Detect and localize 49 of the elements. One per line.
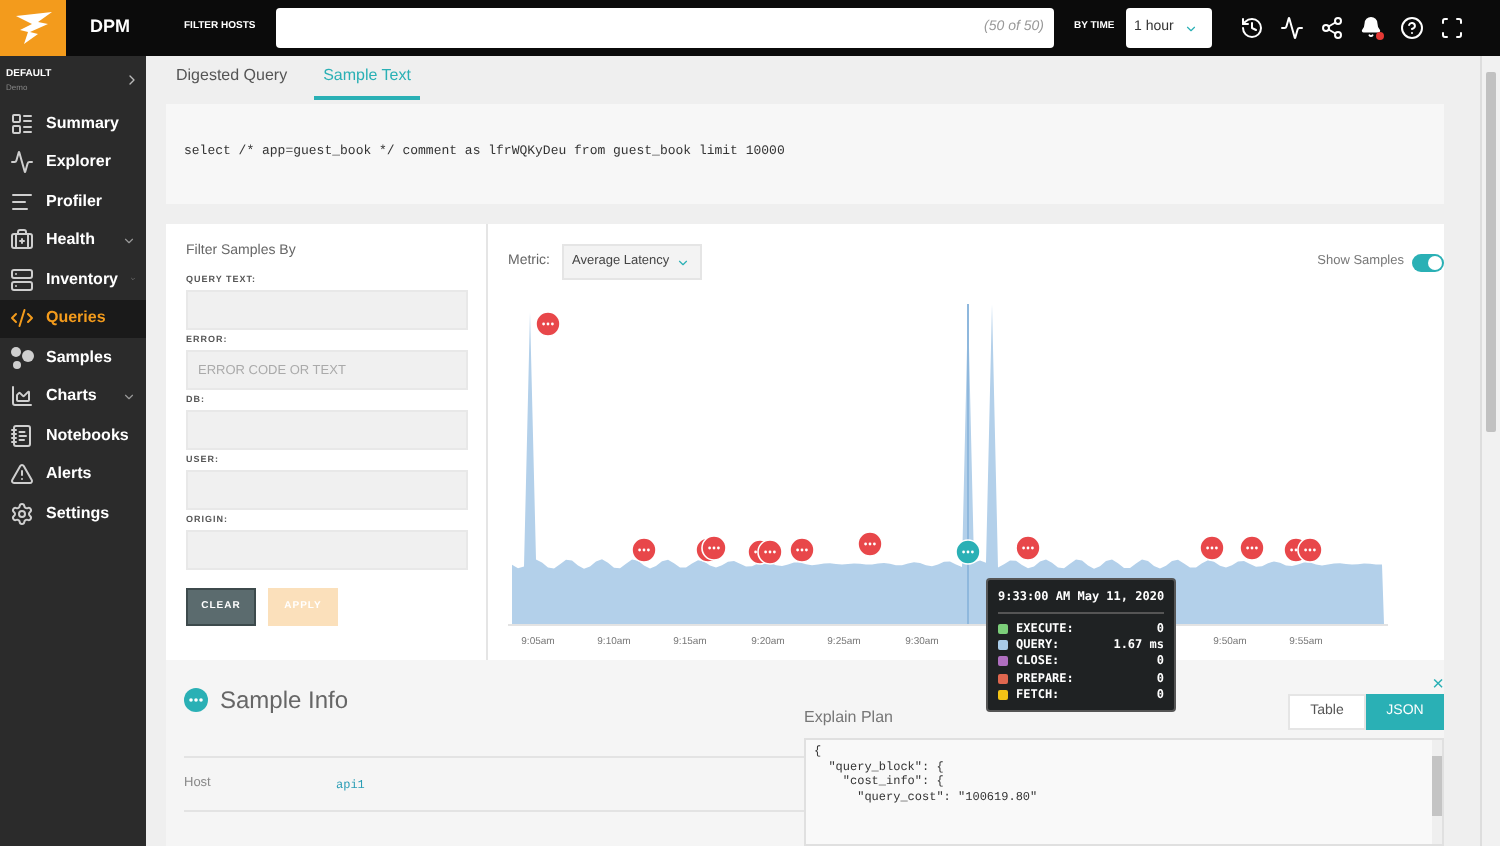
sample-marker[interactable] [1015, 535, 1041, 561]
code-icon [10, 306, 34, 331]
pulse-icon [10, 150, 34, 175]
caret-icon [675, 255, 690, 269]
notifications-button[interactable] [1360, 16, 1384, 40]
help-icon[interactable] [1400, 16, 1424, 40]
sample-marker[interactable] [1297, 537, 1323, 563]
sidebar-item[interactable]: Samples [0, 338, 146, 377]
server-icon [10, 267, 34, 292]
sidebar-item[interactable]: Notebooks [0, 416, 146, 455]
sample-marker[interactable] [857, 531, 883, 557]
product-name: DPM [90, 14, 132, 41]
sample-marker[interactable] [789, 537, 815, 563]
chevron-right-icon [124, 72, 140, 88]
sidebar-item[interactable]: Alerts [0, 455, 146, 494]
area-chart-icon [10, 384, 34, 409]
sample-marker[interactable] [535, 311, 561, 337]
settings-icon [10, 501, 34, 526]
warning-icon [10, 462, 34, 487]
sidebar-item[interactable]: Profiler [0, 182, 146, 221]
sample-marker[interactable] [701, 535, 727, 561]
sample-marker[interactable] [631, 537, 657, 563]
lines-icon [10, 189, 34, 214]
more-icon [184, 688, 208, 712]
logo-icon [13, 12, 53, 44]
sidebar-item[interactable]: Inventory [0, 260, 146, 299]
medkit-icon [10, 228, 34, 253]
show-samples-toggle[interactable] [1412, 253, 1444, 271]
sidebar-item[interactable]: Settings [0, 494, 146, 533]
notebook-icon [10, 423, 34, 448]
sidebar-item[interactable]: Health [0, 221, 146, 260]
sample-marker[interactable] [1199, 535, 1225, 561]
caret-icon [1183, 21, 1198, 35]
sidebar-item[interactable]: Charts [0, 377, 146, 416]
sample-marker[interactable] [1239, 535, 1265, 561]
tab[interactable]: Digested Query [166, 56, 298, 100]
dots-icon [10, 345, 34, 370]
history-icon[interactable] [1240, 16, 1264, 40]
sample-marker[interactable] [757, 539, 783, 565]
fullscreen-icon[interactable] [1440, 16, 1464, 40]
list-icon [10, 111, 34, 136]
sidebar-item[interactable]: Explorer [0, 143, 146, 182]
share-icon[interactable] [1320, 16, 1344, 40]
sample-info-title: Sample Info [220, 684, 349, 718]
sidebar-item[interactable]: Summary [0, 104, 146, 143]
explain-plan-title: Explain Plan [804, 706, 893, 730]
pulse-icon[interactable] [1280, 16, 1304, 40]
sidebar-item[interactable]: Queries [0, 299, 146, 338]
sample-marker[interactable] [955, 539, 981, 565]
